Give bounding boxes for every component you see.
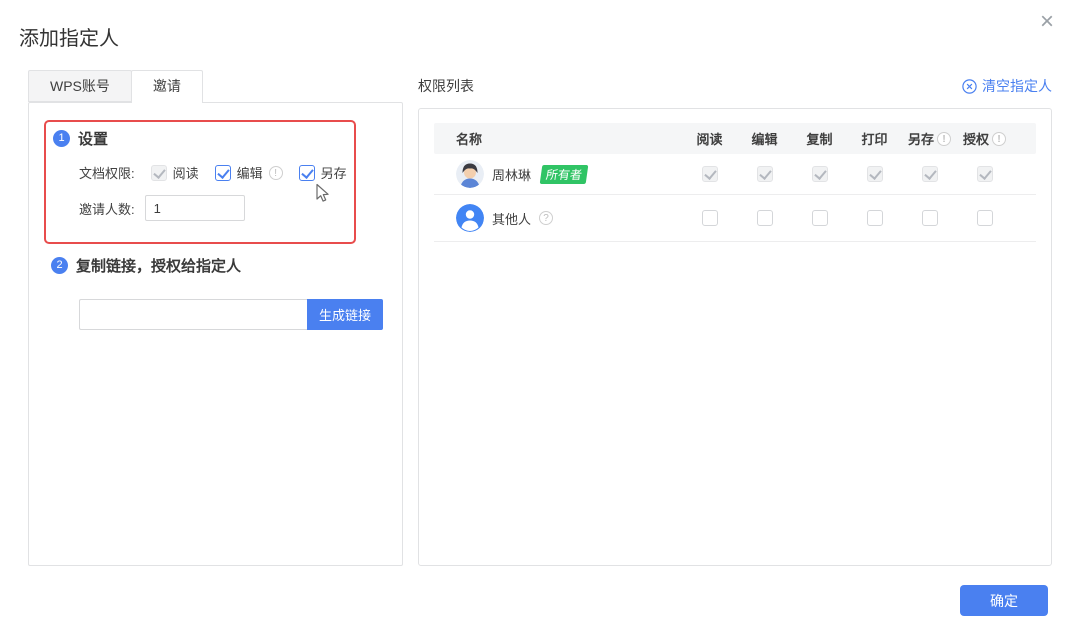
edit-checkbox[interactable] bbox=[215, 165, 231, 181]
table-row-owner: 周林琳 所有者 bbox=[434, 154, 1036, 195]
others-help-icon: ? bbox=[539, 211, 553, 225]
owner-save-as-checkbox bbox=[922, 166, 938, 182]
read-label: 阅读 bbox=[173, 163, 199, 182]
edit-info-icon: ! bbox=[269, 166, 283, 180]
owner-badge: 所有者 bbox=[540, 165, 589, 184]
edit-permission-option[interactable]: 编辑 ! bbox=[215, 163, 283, 182]
others-copy-checkbox[interactable] bbox=[812, 210, 828, 226]
column-read: 阅读 bbox=[682, 129, 737, 148]
owner-name: 周林琳 bbox=[492, 165, 531, 184]
step-1-badge: 1 bbox=[53, 130, 70, 147]
column-authorize: 授权 ! bbox=[957, 129, 1012, 148]
permission-table-header: 名称 阅读 编辑 复制 打印 另存 ! 授权 ! bbox=[434, 123, 1036, 154]
invite-count-input[interactable] bbox=[145, 195, 245, 221]
clear-designees-link[interactable]: 清空指定人 bbox=[962, 76, 1052, 96]
owner-read-checkbox bbox=[702, 166, 718, 182]
others-save-as-checkbox[interactable] bbox=[922, 210, 938, 226]
permission-list-panel: 名称 阅读 编辑 复制 打印 另存 ! 授权 ! bbox=[418, 108, 1052, 566]
doc-permission-row: 文档权限: 阅读 编辑 ! 另存 bbox=[79, 163, 347, 182]
invite-tab-panel: 1 设置 文档权限: 阅读 编辑 ! 另存 邀请人数: 2 bbox=[28, 102, 403, 566]
column-edit: 编辑 bbox=[737, 129, 792, 148]
owner-edit-checkbox bbox=[757, 166, 773, 182]
owner-authorize-checkbox bbox=[977, 166, 993, 182]
generate-link-row: 生成链接 bbox=[79, 299, 383, 330]
close-icon[interactable]: × bbox=[1032, 8, 1062, 38]
column-save-as: 另存 ! bbox=[902, 129, 957, 148]
authorize-col-info-icon: ! bbox=[992, 132, 1006, 146]
copy-link-step-title: 复制链接，授权给指定人 bbox=[76, 255, 241, 276]
save-as-checkbox[interactable] bbox=[299, 165, 315, 181]
owner-copy-checkbox bbox=[812, 166, 828, 182]
invite-count-row: 邀请人数: bbox=[79, 195, 245, 221]
link-input[interactable] bbox=[79, 299, 307, 330]
owner-print-checkbox bbox=[867, 166, 883, 182]
edit-label: 编辑 bbox=[237, 163, 263, 182]
mouse-cursor-icon bbox=[315, 183, 330, 208]
column-print: 打印 bbox=[847, 129, 902, 148]
doc-permission-label: 文档权限: bbox=[79, 163, 135, 182]
save-as-permission-option[interactable]: 另存 bbox=[299, 163, 347, 182]
dialog-title: 添加指定人 bbox=[19, 22, 119, 51]
others-read-checkbox[interactable] bbox=[702, 210, 718, 226]
column-copy: 复制 bbox=[792, 129, 847, 148]
copy-link-step-header: 2 复制链接，授权给指定人 bbox=[51, 255, 241, 276]
clear-circle-x-icon bbox=[962, 79, 977, 94]
tab-wps-account[interactable]: WPS账号 bbox=[28, 70, 132, 102]
generate-link-button[interactable]: 生成链接 bbox=[307, 299, 383, 330]
others-avatar bbox=[456, 204, 484, 232]
read-checkbox bbox=[151, 165, 167, 181]
others-name: 其他人 bbox=[492, 209, 531, 228]
others-authorize-checkbox[interactable] bbox=[977, 210, 993, 226]
save-as-col-info-icon: ! bbox=[937, 132, 951, 146]
owner-avatar bbox=[456, 160, 484, 188]
setup-step-header: 1 设置 bbox=[53, 128, 108, 149]
permission-list-header: 权限列表 清空指定人 bbox=[418, 76, 1052, 96]
table-row-others: 其他人 ? bbox=[434, 195, 1036, 242]
permission-list-title: 权限列表 bbox=[418, 76, 474, 96]
others-edit-checkbox[interactable] bbox=[757, 210, 773, 226]
step-2-badge: 2 bbox=[51, 257, 68, 274]
setup-step-title: 设置 bbox=[78, 128, 108, 149]
invite-count-label: 邀请人数: bbox=[79, 199, 135, 218]
read-permission-option: 阅读 bbox=[151, 163, 199, 182]
column-name: 名称 bbox=[456, 129, 682, 148]
clear-designees-label: 清空指定人 bbox=[982, 76, 1052, 96]
tab-bar: WPS账号 邀请 bbox=[28, 70, 203, 103]
confirm-button[interactable]: 确定 bbox=[960, 585, 1048, 616]
save-as-label: 另存 bbox=[321, 163, 347, 182]
others-print-checkbox[interactable] bbox=[867, 210, 883, 226]
add-designee-dialog: 添加指定人 × WPS账号 邀请 1 设置 文档权限: 阅读 编辑 ! 另存 bbox=[0, 0, 1080, 638]
tab-invite[interactable]: 邀请 bbox=[131, 70, 203, 103]
